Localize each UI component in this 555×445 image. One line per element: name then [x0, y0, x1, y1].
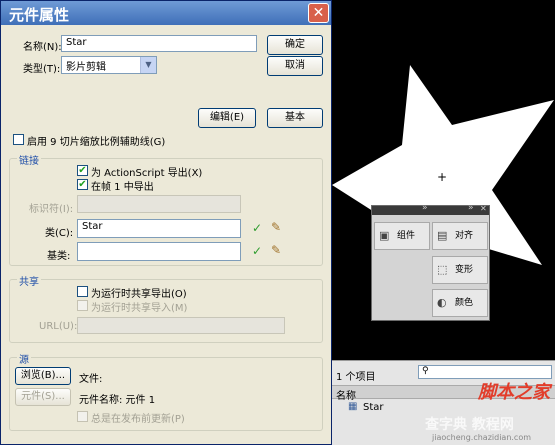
- ok-button[interactable]: 确定: [267, 35, 323, 55]
- export-runtime-checkbox[interactable]: [77, 286, 88, 297]
- brand-watermark: 脚本之家: [478, 382, 550, 403]
- identifier-label: 标识符(I):: [29, 204, 74, 215]
- collapse-icon[interactable]: »: [422, 203, 428, 213]
- export-actionscript-checkbox[interactable]: ✔: [77, 165, 88, 176]
- panel-item-transform[interactable]: ⬚ 变形: [432, 256, 488, 284]
- name-label: 名称(N):: [23, 42, 62, 53]
- collapse-icon-right[interactable]: »: [468, 203, 474, 213]
- dialog-titlebar: 元件属性 ✕: [1, 1, 331, 25]
- class-label: 类(C):: [45, 228, 74, 239]
- panel-item-color[interactable]: ◐ 颜色: [432, 289, 488, 317]
- edit-base-class-pencil-icon[interactable]: ✎: [271, 243, 281, 257]
- base-class-label: 基类:: [47, 251, 71, 262]
- library-item-name: Star: [363, 402, 384, 413]
- floating-panel-dock: » » ✕ ▣ 组件 ▤ 对齐 ⬚ 变形 ◐ 颜色: [371, 203, 490, 321]
- symbol-properties-dialog: 元件属性 ✕ 名称(N): Star 确定 类型(T): 影片剪辑 ▼ 取消 编…: [0, 0, 332, 445]
- library-item-count: 1 个项目: [336, 372, 376, 383]
- basic-button[interactable]: 基本: [267, 108, 323, 128]
- panel-item-label: 组件: [397, 231, 416, 241]
- import-runtime-label: 为运行时共享导入(M): [91, 303, 188, 314]
- components-icon: ▣: [379, 229, 390, 242]
- movieclip-icon: ▦: [348, 401, 358, 412]
- sharing-title: 共享: [17, 273, 41, 288]
- base-class-input[interactable]: [77, 242, 241, 261]
- edit-button[interactable]: 编辑(E): [198, 108, 256, 128]
- color-icon: ◐: [437, 296, 447, 309]
- url-label: URL(U):: [39, 321, 78, 332]
- symbol-button: 元件(S)...: [15, 388, 71, 406]
- type-select[interactable]: 影片剪辑 ▼: [61, 56, 157, 74]
- close-icon[interactable]: ✕: [480, 204, 487, 213]
- library-search-input[interactable]: ⚲: [418, 365, 552, 379]
- panel-item-label: 颜色: [455, 298, 474, 308]
- site-watermark: 查字典 教程网: [425, 417, 514, 433]
- class-input[interactable]: Star: [77, 219, 241, 238]
- name-input[interactable]: Star: [61, 35, 257, 52]
- url-input: [77, 317, 285, 334]
- source-title: 源: [17, 351, 31, 366]
- enable-9slice-label: 启用 9 切片缩放比例辅助线(G): [27, 137, 166, 148]
- edit-class-pencil-icon[interactable]: ✎: [271, 220, 281, 234]
- always-update-checkbox: [77, 411, 88, 422]
- panel-item-components[interactable]: ▣ 组件: [374, 222, 430, 250]
- panel-item-label: 对齐: [455, 231, 474, 241]
- browse-button[interactable]: 浏览(B)...: [15, 367, 71, 385]
- export-first-frame-label: 在帧 1 中导出: [91, 182, 154, 193]
- panel-item-label: 变形: [455, 265, 474, 275]
- file-label: 文件:: [79, 374, 103, 385]
- export-runtime-label: 为运行时共享导出(O): [91, 289, 187, 300]
- symbol-name-label: 元件名称: 元件 1: [79, 395, 156, 406]
- panel-header[interactable]: » » ✕: [372, 203, 489, 215]
- close-button[interactable]: ✕: [308, 3, 329, 23]
- export-actionscript-label: 为 ActionScript 导出(X): [91, 168, 203, 179]
- site-url-watermark: jiaocheng.chazidian.com: [432, 433, 532, 442]
- enable-9slice-checkbox[interactable]: [13, 134, 24, 145]
- dialog-title: 元件属性: [9, 6, 70, 24]
- cancel-button[interactable]: 取消: [267, 56, 323, 76]
- identifier-input: [77, 195, 241, 213]
- validate-class-icon[interactable]: ✓: [252, 221, 262, 235]
- export-first-frame-checkbox[interactable]: ✔: [77, 179, 88, 190]
- search-icon: ⚲: [422, 366, 429, 376]
- import-runtime-checkbox: [77, 300, 88, 311]
- type-select-value: 影片剪辑: [66, 62, 106, 73]
- validate-base-class-icon[interactable]: ✓: [252, 244, 262, 258]
- panel-item-align[interactable]: ▤ 对齐: [432, 222, 488, 250]
- transform-icon: ⬚: [437, 263, 448, 276]
- type-label: 类型(T):: [23, 64, 61, 75]
- always-update-label: 总是在发布前更新(P): [91, 414, 185, 425]
- linkage-title: 链接: [17, 152, 41, 167]
- registration-point-icon: +: [437, 170, 448, 184]
- align-icon: ▤: [437, 229, 448, 242]
- chevron-down-icon[interactable]: ▼: [140, 57, 156, 73]
